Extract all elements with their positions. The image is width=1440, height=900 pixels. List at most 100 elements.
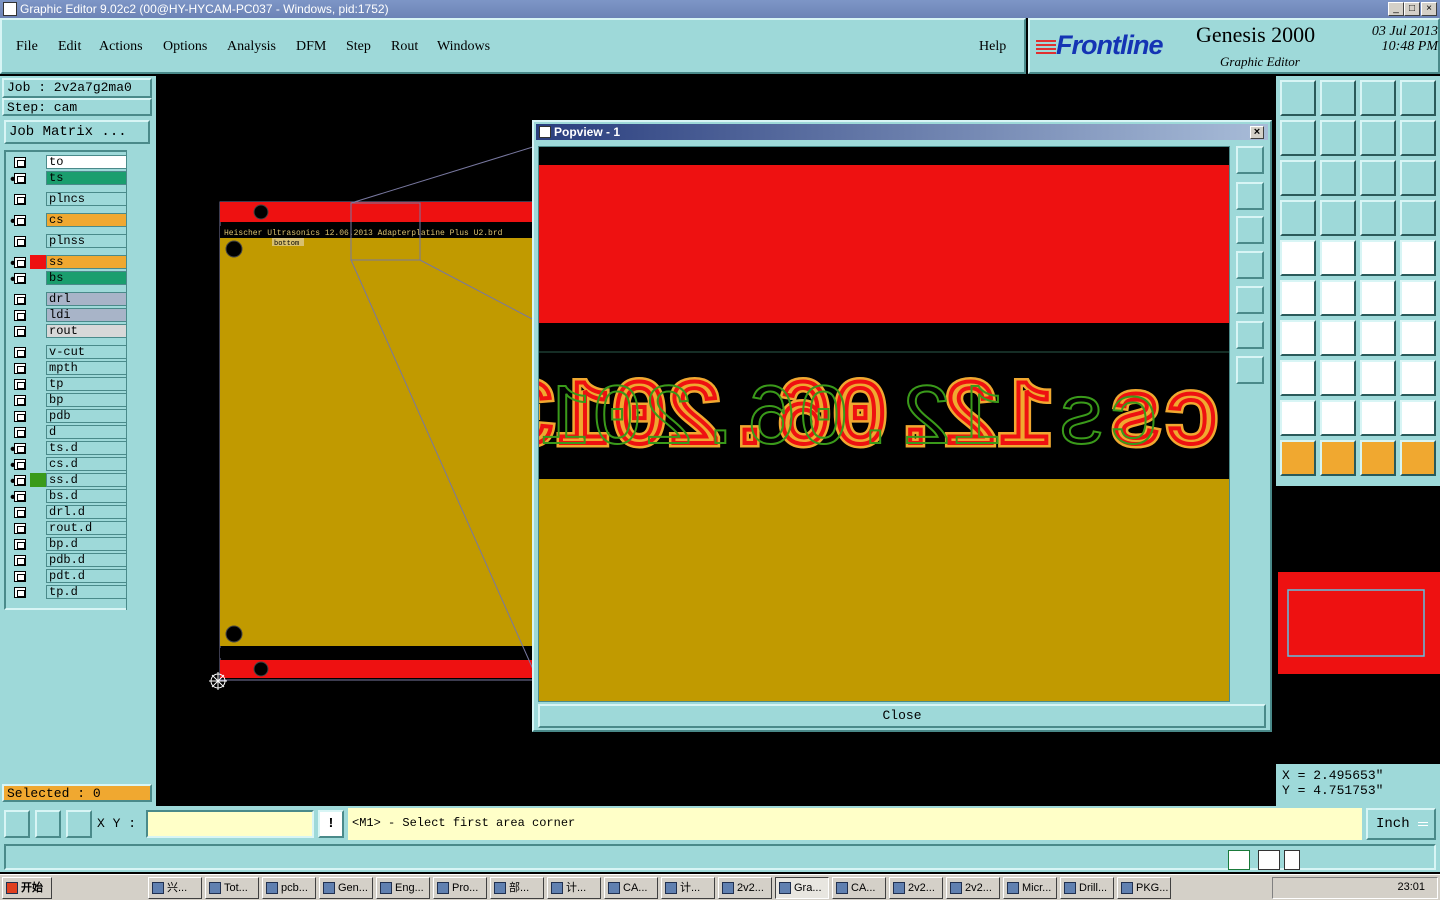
feature-icon[interactable]: [1400, 320, 1436, 356]
layer-name[interactable]: ss: [46, 255, 128, 269]
layer-color-box[interactable]: [30, 324, 46, 338]
layer-row-ts[interactable]: ts •: [10, 171, 128, 188]
layer-name[interactable]: pdb.d: [46, 553, 128, 567]
menu-options[interactable]: Options: [163, 39, 207, 55]
layer-name[interactable]: rout: [46, 324, 128, 338]
taskbar-item[interactable]: pcb...: [262, 877, 316, 899]
layer-color-box[interactable]: [30, 213, 46, 227]
node-icon[interactable]: [1400, 280, 1436, 316]
layer-color-box[interactable]: [30, 393, 46, 407]
minimize-button[interactable]: _: [1388, 2, 1404, 16]
layer-row-to[interactable]: to: [10, 155, 128, 169]
layer-row-plncs[interactable]: plncs: [10, 192, 128, 206]
job-matrix-button[interactable]: Job Matrix ...: [4, 120, 150, 144]
layer-name[interactable]: pdb: [46, 409, 128, 423]
layer-color-box[interactable]: [30, 489, 46, 503]
layer-name[interactable]: tp.d: [46, 585, 128, 599]
layer-row-bs[interactable]: bs •: [10, 271, 128, 288]
fit-icon[interactable]: [1280, 160, 1316, 196]
layer-row-rout-d[interactable]: rout.d: [10, 521, 128, 535]
layer-name[interactable]: drl: [46, 292, 128, 306]
taskbar-item[interactable]: CA...: [832, 877, 886, 899]
layer-checkbox[interactable]: [14, 273, 26, 284]
layer-color-box[interactable]: [30, 171, 46, 185]
cross-icon[interactable]: [1320, 280, 1356, 316]
line-icon[interactable]: [1360, 280, 1396, 316]
layer-name[interactable]: cs.d: [46, 457, 128, 471]
redo-view-icon[interactable]: [1400, 120, 1436, 156]
layer-checkbox[interactable]: [14, 491, 26, 502]
layer-name[interactable]: d: [46, 425, 128, 439]
popview-pan-up-icon[interactable]: [1236, 182, 1264, 210]
layer-color-box[interactable]: [30, 255, 46, 269]
layer-checkbox[interactable]: [14, 326, 26, 337]
pointer-select-icon[interactable]: [1360, 440, 1396, 476]
layer-checkbox[interactable]: [14, 427, 26, 438]
layer-row-v-cut[interactable]: v-cut: [10, 345, 128, 359]
layer-name[interactable]: bs.d: [46, 489, 128, 503]
maximize-button[interactable]: □: [1404, 2, 1420, 16]
layer-checkbox[interactable]: [14, 539, 26, 550]
layer-row-pdb[interactable]: pdb: [10, 409, 128, 423]
text-a3-icon[interactable]: [1400, 400, 1436, 436]
layer-name[interactable]: pdt.d: [46, 569, 128, 583]
layer-row-drl[interactable]: drl: [10, 292, 128, 306]
layer-checkbox[interactable]: [14, 379, 26, 390]
help-icon[interactable]: [1258, 850, 1280, 870]
pointer-box-icon[interactable]: [1320, 440, 1356, 476]
snap-icon[interactable]: [4, 810, 30, 838]
layer-name[interactable]: ts: [46, 171, 128, 185]
menu-analysis[interactable]: Analysis: [227, 39, 276, 55]
options-icon[interactable]: [1284, 850, 1300, 870]
layer-checkbox[interactable]: [14, 475, 26, 486]
info-button[interactable]: !: [318, 810, 344, 838]
popview-window[interactable]: Popview - 1 × cs 12.06.2013A cs 12.06.20…: [532, 120, 1272, 732]
layer-row-ss[interactable]: ss•□: [10, 255, 128, 272]
layer-name[interactable]: drl.d: [46, 505, 128, 519]
taskbar-item[interactable]: Micr...: [1003, 877, 1057, 899]
layer-row-pdb-d[interactable]: pdb.d: [10, 553, 128, 567]
menu-edit[interactable]: Edit: [58, 39, 81, 55]
nodes-icon[interactable]: [1280, 280, 1316, 316]
taskbar-item[interactable]: CA...: [604, 877, 658, 899]
layer-checkbox[interactable]: [14, 555, 26, 566]
layer-checkbox[interactable]: [14, 363, 26, 374]
text-a2-icon[interactable]: [1360, 400, 1396, 436]
menu-rout[interactable]: Rout: [391, 39, 418, 55]
taskbar-item[interactable]: Tot...: [205, 877, 259, 899]
taskbar-item[interactable]: 计...: [661, 877, 715, 899]
open-icon[interactable]: [1280, 80, 1316, 116]
right-icon[interactable]: [1320, 120, 1356, 156]
layer-color-box[interactable]: [30, 457, 46, 471]
menu-file[interactable]: File: [16, 39, 38, 55]
popview-zoom-view[interactable]: cs 12.06.2013A cs 12.06.2013A cs 12.06.2…: [539, 147, 1230, 702]
slash-icon[interactable]: [1320, 320, 1356, 356]
layer-row-bs-d[interactable]: bs.d •: [10, 489, 128, 506]
layer-name[interactable]: cs: [46, 213, 128, 227]
select-box-icon[interactable]: [1320, 240, 1356, 276]
snap-icon[interactable]: [1400, 200, 1436, 236]
popview-center-icon[interactable]: [1236, 356, 1264, 384]
layer-name[interactable]: bp.d: [46, 537, 128, 551]
start-button[interactable]: 开始: [2, 877, 52, 899]
layer-color-box[interactable]: [30, 505, 46, 519]
layer-color-box[interactable]: [30, 409, 46, 423]
layer-checkbox[interactable]: [14, 587, 26, 598]
settings-icon[interactable]: [1280, 200, 1316, 236]
layer-checkbox[interactable]: [14, 507, 26, 518]
layer-name[interactable]: bp: [46, 393, 128, 407]
layer-checkbox[interactable]: [14, 294, 26, 305]
layer-color-box[interactable]: [30, 553, 46, 567]
layer-name[interactable]: ldi: [46, 308, 128, 322]
route-icon[interactable]: [1400, 440, 1436, 476]
layer-checkbox[interactable]: [14, 157, 26, 168]
layer-checkbox[interactable]: [14, 257, 26, 268]
layer-row-mpth[interactable]: mpth: [10, 361, 128, 375]
layer-row-pdt-d[interactable]: pdt.d: [10, 569, 128, 583]
layer-checkbox[interactable]: [14, 194, 26, 205]
layer-color-box[interactable]: [30, 521, 46, 535]
window-split-icon[interactable]: [1400, 80, 1436, 116]
layer-row-ss-d[interactable]: ss.d •: [10, 473, 128, 490]
layer-color-box[interactable]: [30, 425, 46, 439]
layer-color-box[interactable]: [30, 308, 46, 322]
